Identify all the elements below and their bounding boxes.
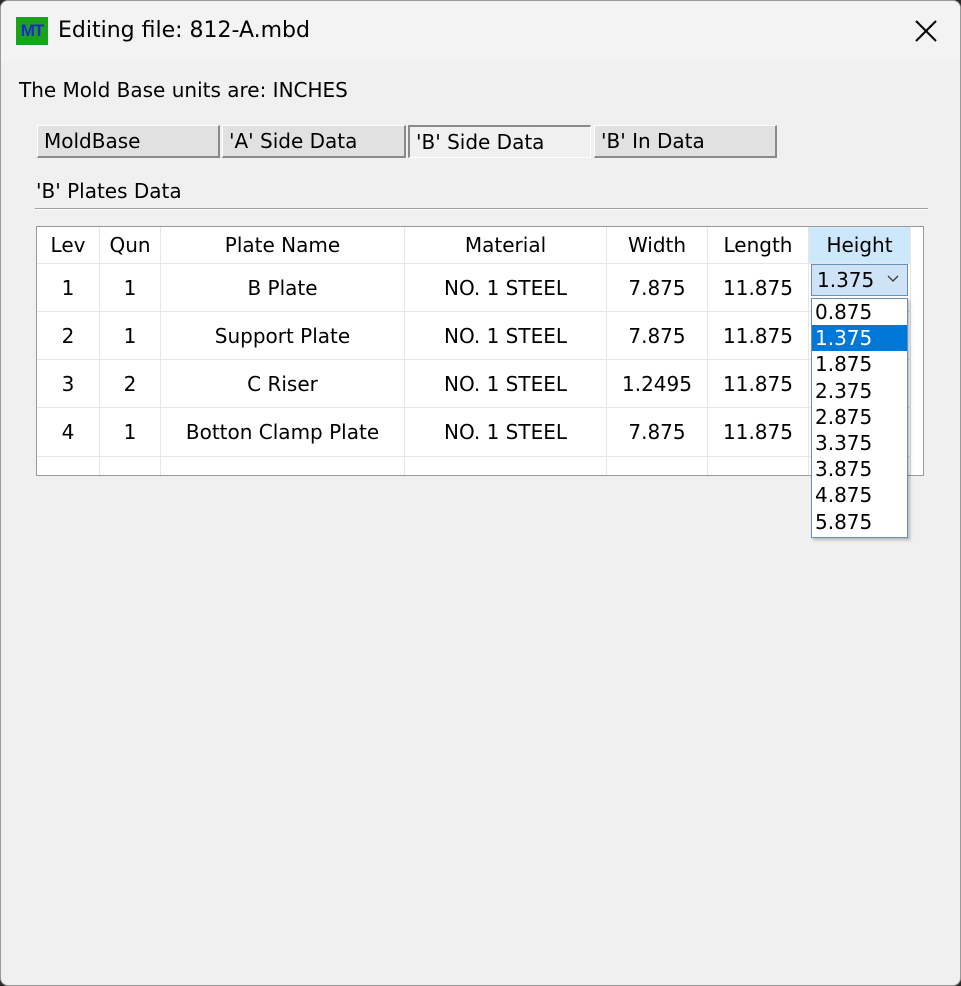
height-option[interactable]: 5.875	[812, 509, 907, 535]
height-option[interactable]: 1.875	[812, 351, 907, 377]
units-label: The Mold Base units are: INCHES	[19, 78, 348, 102]
cell-material[interactable]: NO. 1 STEEL	[405, 360, 607, 408]
tab-moldbase[interactable]: MoldBase	[37, 125, 220, 158]
section-label: 'B' Plates Data	[36, 179, 182, 203]
tab-a-side-data[interactable]: 'A' Side Data	[222, 125, 406, 158]
cell-plate-name[interactable]: Support Plate	[161, 312, 405, 360]
cell-width[interactable]: 7.875	[607, 408, 708, 457]
empty-cell[interactable]	[708, 457, 809, 475]
cell-width[interactable]: 7.875	[607, 264, 708, 312]
section-divider	[35, 208, 928, 210]
height-option[interactable]: 2.875	[812, 404, 907, 430]
cell-material[interactable]: NO. 1 STEEL	[405, 312, 607, 360]
plates-table[interactable]: Lev Qun Plate Name Material Width Length Heigh…	[36, 226, 924, 476]
header-qun[interactable]: Qun	[100, 227, 161, 264]
cell-plate-name[interactable]: Botton Clamp Plate	[161, 408, 405, 457]
chevron-down-icon	[887, 275, 899, 282]
height-option[interactable]: 0.875	[812, 299, 907, 325]
title-bar[interactable]: MT Editing file: 812-A.mbd	[1, 1, 960, 61]
cell-length[interactable]: 11.875	[708, 408, 809, 457]
close-button[interactable]	[901, 9, 951, 53]
cell-qun[interactable]: 1	[100, 312, 161, 360]
cell-lev[interactable]: 3	[37, 360, 100, 408]
tab-b-in-data[interactable]: 'B' In Data	[594, 125, 777, 158]
cell-width[interactable]: 1.2495	[607, 360, 708, 408]
cell-length[interactable]: 11.875	[708, 360, 809, 408]
empty-cell[interactable]	[37, 457, 100, 475]
header-length[interactable]: Length	[708, 227, 809, 264]
height-option[interactable]: 2.375	[812, 378, 907, 404]
cell-width[interactable]: 7.875	[607, 312, 708, 360]
cell-qun[interactable]: 1	[100, 408, 161, 457]
cell-material[interactable]: NO. 1 STEEL	[405, 264, 607, 312]
height-option[interactable]: 4.875	[812, 482, 907, 508]
empty-cell[interactable]	[405, 457, 607, 475]
empty-cell[interactable]	[161, 457, 405, 475]
cell-lev[interactable]: 2	[37, 312, 100, 360]
empty-cell[interactable]	[607, 457, 708, 475]
height-dropdown[interactable]: 1.375	[811, 264, 908, 296]
dialog-window: MT Editing file: 812-A.mbd The Mold Base…	[0, 0, 961, 986]
close-icon	[915, 20, 937, 42]
header-plate-name[interactable]: Plate Name	[161, 227, 405, 264]
height-option[interactable]: 1.375	[812, 325, 907, 352]
cell-material[interactable]: NO. 1 STEEL	[405, 408, 607, 457]
app-icon: MT	[16, 17, 48, 45]
window-title: Editing file: 812-A.mbd	[58, 18, 310, 43]
header-height[interactable]: Height	[809, 227, 911, 264]
empty-cell[interactable]	[100, 457, 161, 475]
header-material[interactable]: Material	[405, 227, 607, 264]
height-option[interactable]: 3.875	[812, 456, 907, 482]
height-option[interactable]: 3.375	[812, 430, 907, 456]
cell-length[interactable]: 11.875	[708, 312, 809, 360]
cell-length[interactable]: 11.875	[708, 264, 809, 312]
tab-b-side-data[interactable]: 'B' Side Data	[408, 125, 591, 158]
cell-qun[interactable]: 2	[100, 360, 161, 408]
cell-lev[interactable]: 4	[37, 408, 100, 457]
height-dropdown-list[interactable]: 0.875 1.375 1.875 2.375 2.875 3.375 3.875 4.875…	[811, 298, 908, 538]
header-width[interactable]: Width	[607, 227, 708, 264]
cell-lev[interactable]: 1	[37, 264, 100, 312]
height-dropdown-value: 1.375	[817, 268, 875, 292]
cell-plate-name[interactable]: B Plate	[161, 264, 405, 312]
cell-qun[interactable]: 1	[100, 264, 161, 312]
header-lev[interactable]: Lev	[37, 227, 100, 264]
cell-plate-name[interactable]: C Riser	[161, 360, 405, 408]
